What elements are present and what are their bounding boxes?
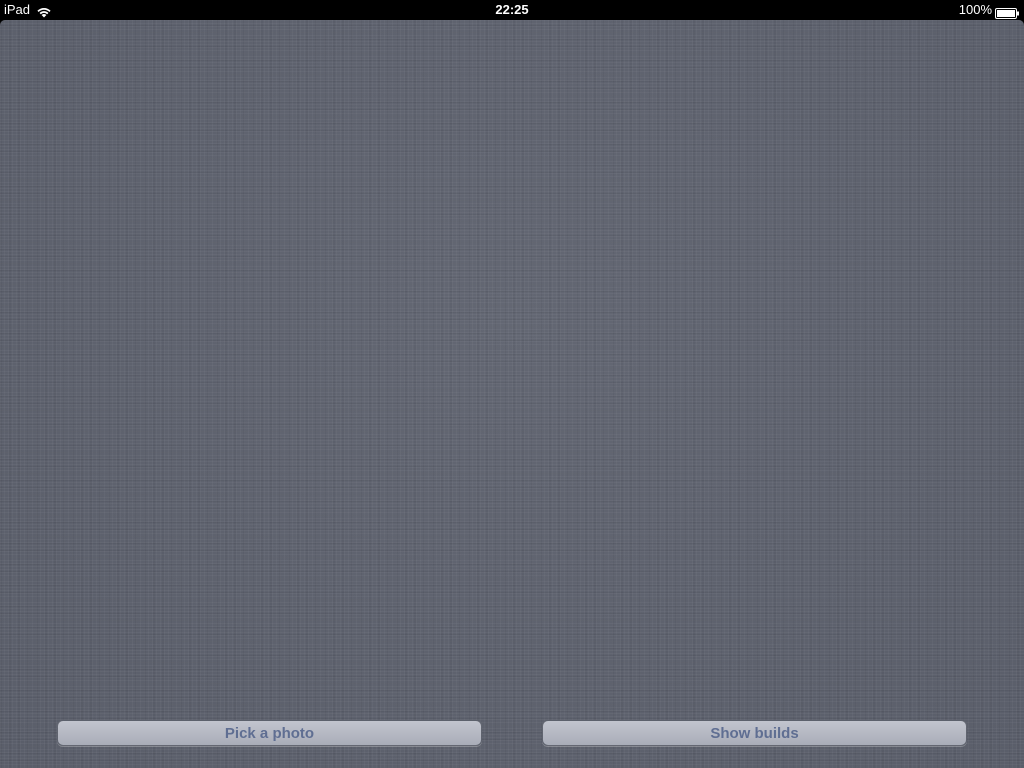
pick-photo-button[interactable]: Pick a photo <box>57 720 482 746</box>
show-builds-button[interactable]: Show builds <box>542 720 967 746</box>
status-right: 100% <box>959 0 1020 20</box>
status-time: 22:25 <box>495 2 529 17</box>
status-bar: iPad 22:25 100% <box>0 0 1024 20</box>
battery-icon <box>995 5 1020 19</box>
battery-percent: 100% <box>958 2 992 17</box>
app-view: Pick a photo Show builds <box>0 20 1024 768</box>
